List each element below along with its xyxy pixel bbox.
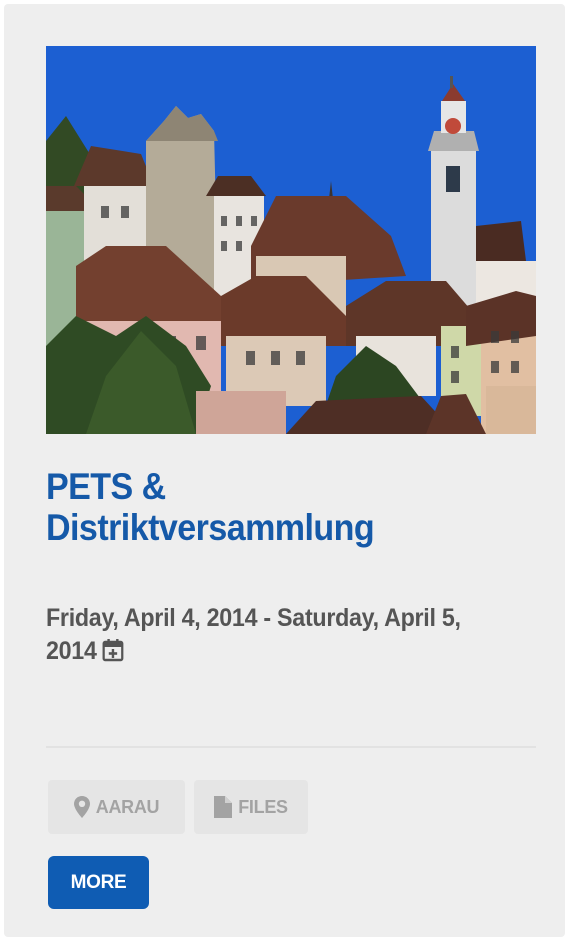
divider	[46, 746, 536, 748]
location-tag[interactable]: AARAU	[48, 780, 185, 834]
calendar-plus-icon[interactable]	[102, 638, 124, 662]
event-title[interactable]: PETS & Distriktversammlung	[46, 466, 497, 548]
more-button[interactable]: MORE	[48, 856, 149, 909]
event-photo[interactable]	[46, 46, 536, 434]
location-tag-label: AARAU	[95, 796, 160, 817]
map-marker-icon	[73, 796, 90, 818]
files-tag-label: FILES	[238, 796, 288, 817]
event-dates: Friday, April 4, 2014 - Saturday, April …	[46, 602, 511, 668]
files-tag[interactable]: FILES	[194, 780, 308, 834]
event-card: PETS & Distriktversammlung Friday, April…	[4, 4, 565, 937]
event-photo-image	[46, 46, 536, 434]
file-icon	[214, 796, 233, 818]
